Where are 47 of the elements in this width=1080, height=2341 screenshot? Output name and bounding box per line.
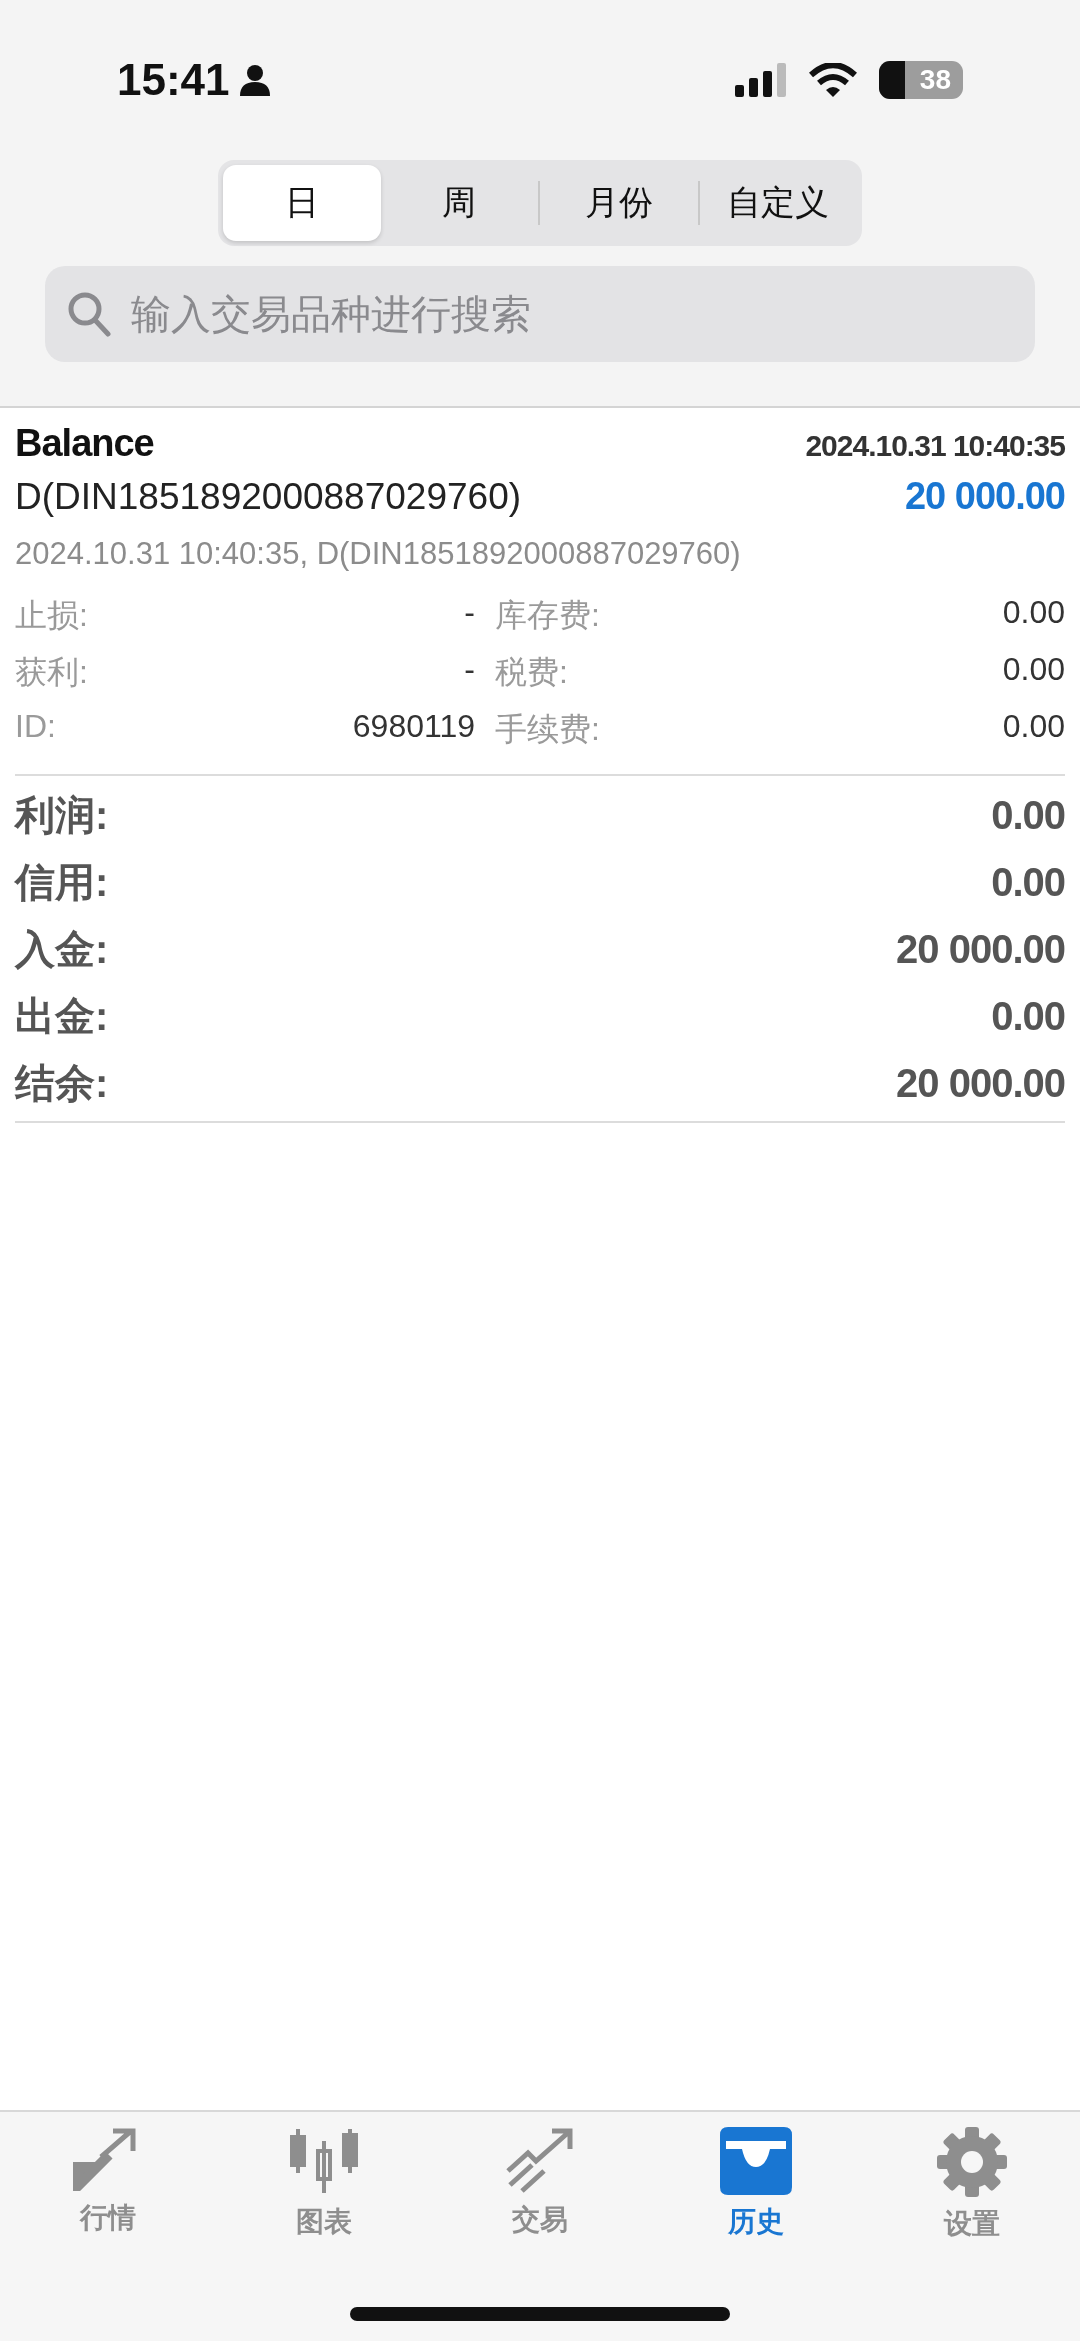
period-tab[interactable]: 月份 [540,165,698,241]
settings-icon [937,2127,1007,2197]
field-value: - [463,594,475,632]
wifi-icon [809,63,857,97]
trend-arrow-icon [504,2127,576,2193]
summary-value: 20 000.00 [896,1061,1065,1106]
summary-value: 20 000.00 [896,927,1065,972]
summary-label: 利润: [15,792,109,839]
person-icon [239,64,270,96]
summary-label: 信用: [15,859,109,906]
summary-label: 入金: [15,926,109,973]
field-label: 手续费: [495,710,601,749]
summary-value: 0.00 [991,860,1065,905]
deal-amount: 20 000.00 [904,475,1065,518]
summary-label: 出金: [15,993,109,1040]
deal-time: 2024.10.31 10:40:35 [805,429,1065,463]
tab-bar-item[interactable]: 设置 [864,2126,1080,2244]
period-tab[interactable]: 自定义 [699,165,857,241]
search-icon [67,291,111,337]
tab-bar-item[interactable]: 历史 [648,2126,864,2244]
field-value: - [463,651,475,689]
period-tab[interactable]: 周 [380,165,538,241]
field-label: 获利: [15,653,89,692]
tab-bar-item[interactable]: 图表 [216,2126,432,2244]
tab-bar-item[interactable]: 交易 [432,2126,648,2244]
period-tab[interactable]: 日 [223,165,381,241]
tab-bar-item[interactable]: 行情 [0,2126,216,2244]
deal-type: Balance [15,422,154,465]
field-value: 0.00 [1002,594,1065,632]
field-label: 税费: [495,653,569,692]
field-label: ID: [15,708,57,746]
candlestick-icon [288,2127,360,2195]
search-field[interactable]: 输入交易品种进行搜索 [45,266,1035,362]
field-value: 0.00 [1002,651,1065,689]
summary-value: 0.00 [991,793,1065,838]
inbox-icon [720,2127,792,2195]
deal-detail-line: 2024.10.31 10:40:35, D(DIN1851892000887029760) [15,536,742,572]
field-value: 6980119 [351,708,475,746]
status-time: 15:41 [117,55,230,105]
summary-value: 0.00 [991,994,1065,1039]
field-label: 止损: [15,596,89,635]
field-label: 库存费: [495,596,601,635]
field-value: 0.00 [1002,708,1065,746]
deal-comment: D(DIN1851892000887029760) [15,476,522,518]
battery-indicator: 38 [879,61,963,99]
signal-icon [735,63,787,97]
summary-label: 结余: [15,1060,109,1107]
